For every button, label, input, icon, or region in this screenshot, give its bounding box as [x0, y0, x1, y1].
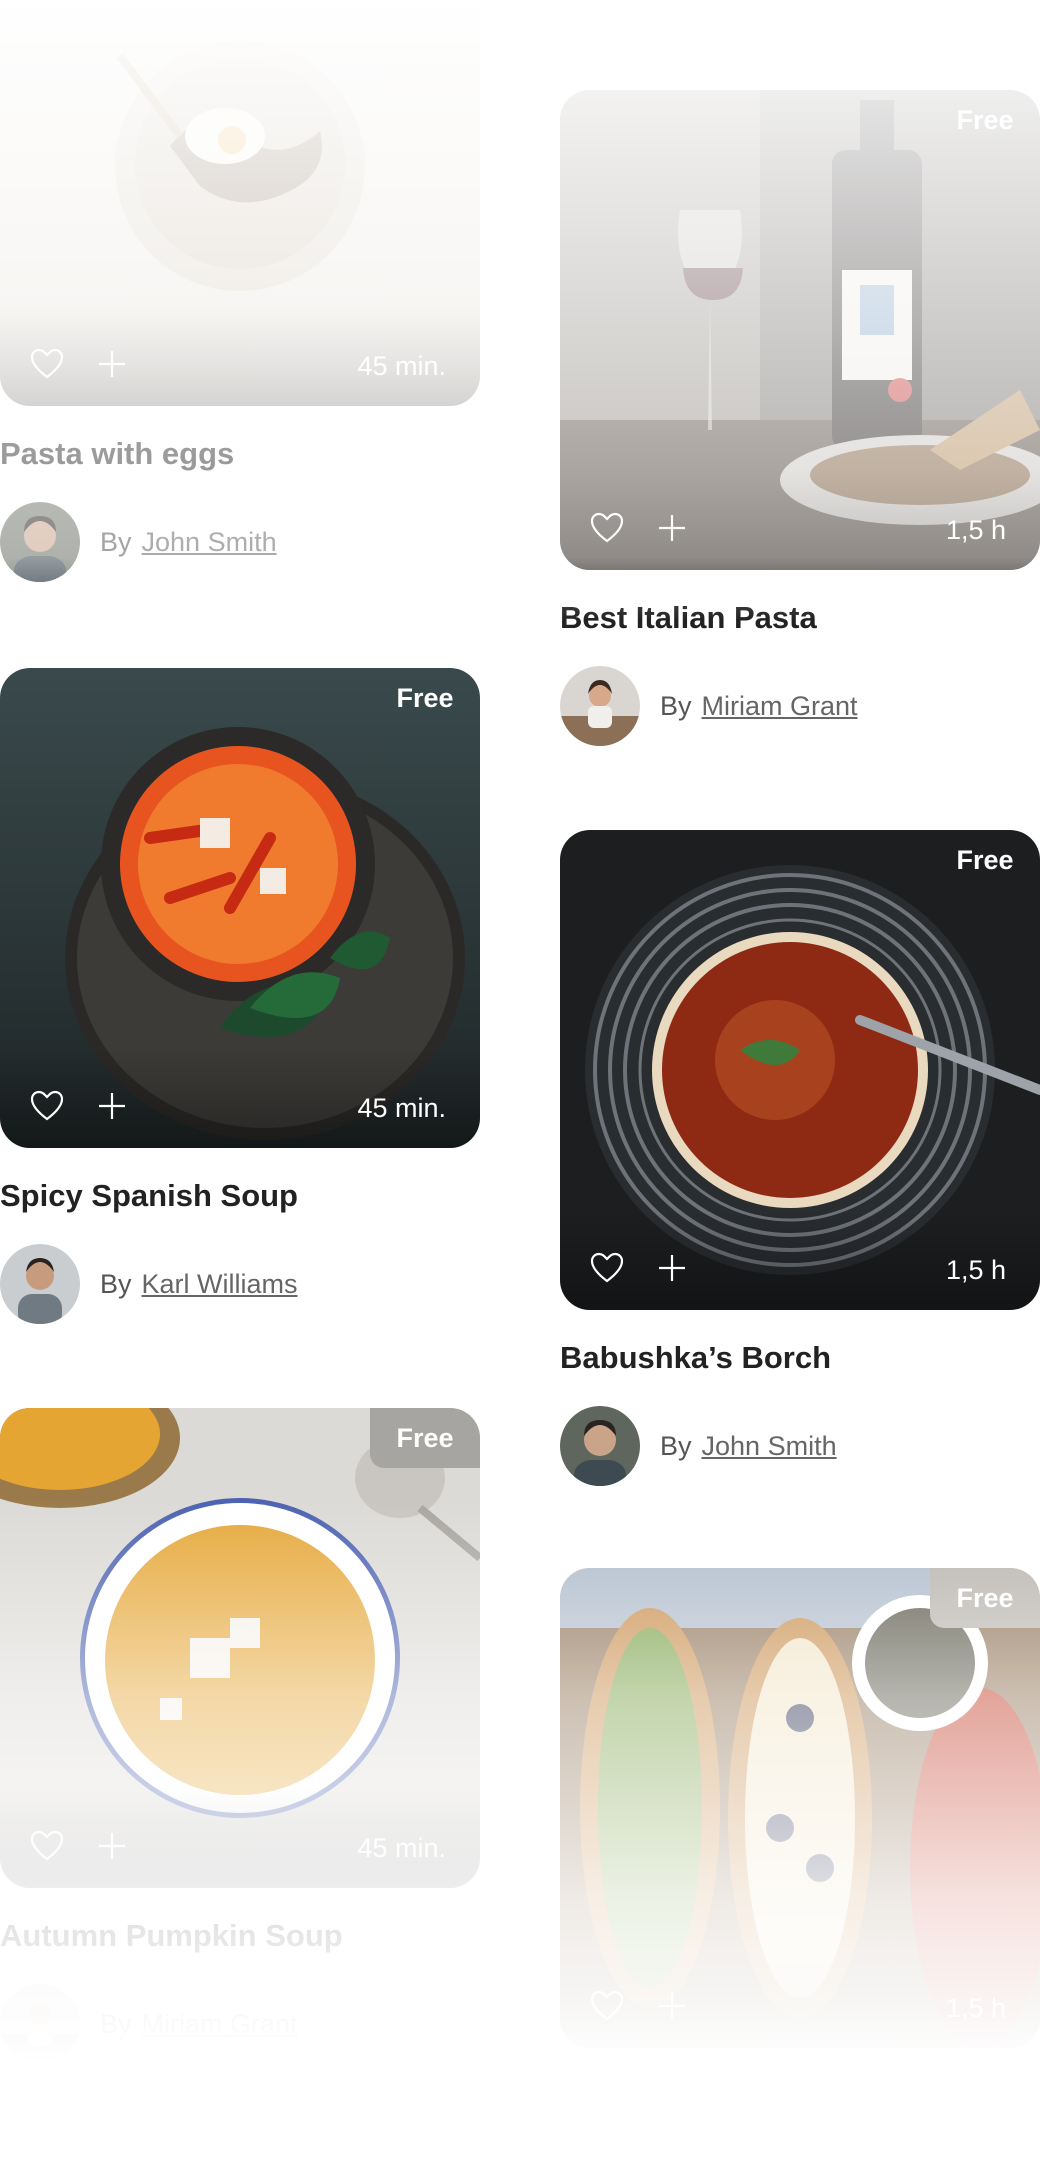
author-row: By John Smith — [560, 1406, 1040, 1486]
recipe-card[interactable]: Free 1,5 h — [560, 1568, 1040, 2048]
recipe-title[interactable]: Pasta with eggs — [0, 436, 480, 472]
avatar[interactable] — [0, 502, 80, 582]
recipe-title[interactable]: Spicy Spanish Soup — [0, 1178, 480, 1214]
author-link[interactable]: John Smith — [142, 527, 277, 558]
by-label: By — [100, 1268, 132, 1299]
recipe-card[interactable]: 45 min. Pasta with eggs By John Smith — [0, 0, 480, 582]
cook-time: 1,5 h — [945, 1255, 1006, 1285]
avatar[interactable] — [0, 1984, 80, 2064]
avatar[interactable] — [560, 1406, 640, 1486]
recipe-photo[interactable]: Free 45 min. — [0, 668, 480, 1148]
plus-icon[interactable] — [96, 1090, 128, 1122]
recipe-card[interactable]: Free 1,5 h Babushka’s Borch By John Smit… — [560, 830, 1040, 1486]
heart-outline-icon[interactable] — [590, 512, 624, 544]
plus-icon[interactable] — [656, 512, 688, 544]
author-link[interactable]: Miriam Grant — [142, 2009, 298, 2040]
heart-outline-icon[interactable] — [30, 1090, 64, 1122]
plus-icon[interactable] — [96, 1830, 128, 1862]
recipe-card[interactable]: Free 1,5 h Best Italian Pasta By Miriam … — [560, 90, 1040, 746]
plus-icon[interactable] — [96, 348, 128, 380]
avatar[interactable] — [0, 1244, 80, 1324]
recipe-photo[interactable]: Free 1,5 h — [560, 830, 1040, 1310]
free-badge: Free — [396, 682, 454, 713]
cook-time: 45 min. — [357, 1833, 446, 1863]
recipe-title[interactable]: Babushka’s Borch — [560, 1340, 1040, 1376]
recipe-photo[interactable]: 45 min. — [0, 0, 480, 406]
heart-outline-icon[interactable] — [590, 1252, 624, 1284]
author-row: By John Smith — [0, 502, 480, 582]
heart-outline-icon[interactable] — [590, 1990, 624, 2022]
by-label: By — [660, 1430, 692, 1461]
avatar[interactable] — [560, 666, 640, 746]
recipe-title[interactable]: Best Italian Pasta — [560, 600, 1040, 636]
author-link[interactable]: John Smith — [702, 1431, 837, 1462]
author-row: By Karl Williams — [0, 1244, 480, 1324]
author-row: By Miriam Grant — [560, 666, 1040, 746]
free-badge: Free — [930, 1568, 1040, 1628]
recipe-card[interactable]: Free 45 min. Spicy Spanish Soup By Karl … — [0, 668, 480, 1324]
cook-time: 45 min. — [357, 351, 446, 381]
recipe-photo[interactable]: Free 1,5 h — [560, 90, 1040, 570]
by-label: By — [660, 690, 692, 721]
by-label: By — [100, 526, 132, 557]
free-badge: Free — [370, 1408, 480, 1468]
heart-outline-icon[interactable] — [30, 1830, 64, 1862]
author-row: By Miriam Grant — [0, 1984, 480, 2064]
cook-time: 1,5 h — [945, 515, 1006, 545]
cook-time: 45 min. — [357, 1093, 446, 1123]
recipe-photo[interactable]: Free 45 min. — [0, 1408, 480, 1888]
recipe-photo[interactable]: Free 1,5 h — [560, 1568, 1040, 2048]
cook-time: 1,5 h — [945, 1993, 1006, 2023]
author-link[interactable]: Miriam Grant — [702, 691, 858, 722]
recipe-title[interactable]: Autumn Pumpkin Soup — [0, 1918, 480, 1954]
plus-icon[interactable] — [656, 1252, 688, 1284]
free-badge: Free — [956, 104, 1014, 135]
by-label: By — [100, 2008, 132, 2039]
free-badge: Free — [956, 844, 1014, 875]
author-link[interactable]: Karl Williams — [142, 1269, 298, 1300]
recipe-card[interactable]: Free 45 min. Autumn Pumpkin Soup By Miri… — [0, 1408, 480, 2064]
heart-outline-icon[interactable] — [30, 348, 64, 380]
plus-icon[interactable] — [656, 1990, 688, 2022]
